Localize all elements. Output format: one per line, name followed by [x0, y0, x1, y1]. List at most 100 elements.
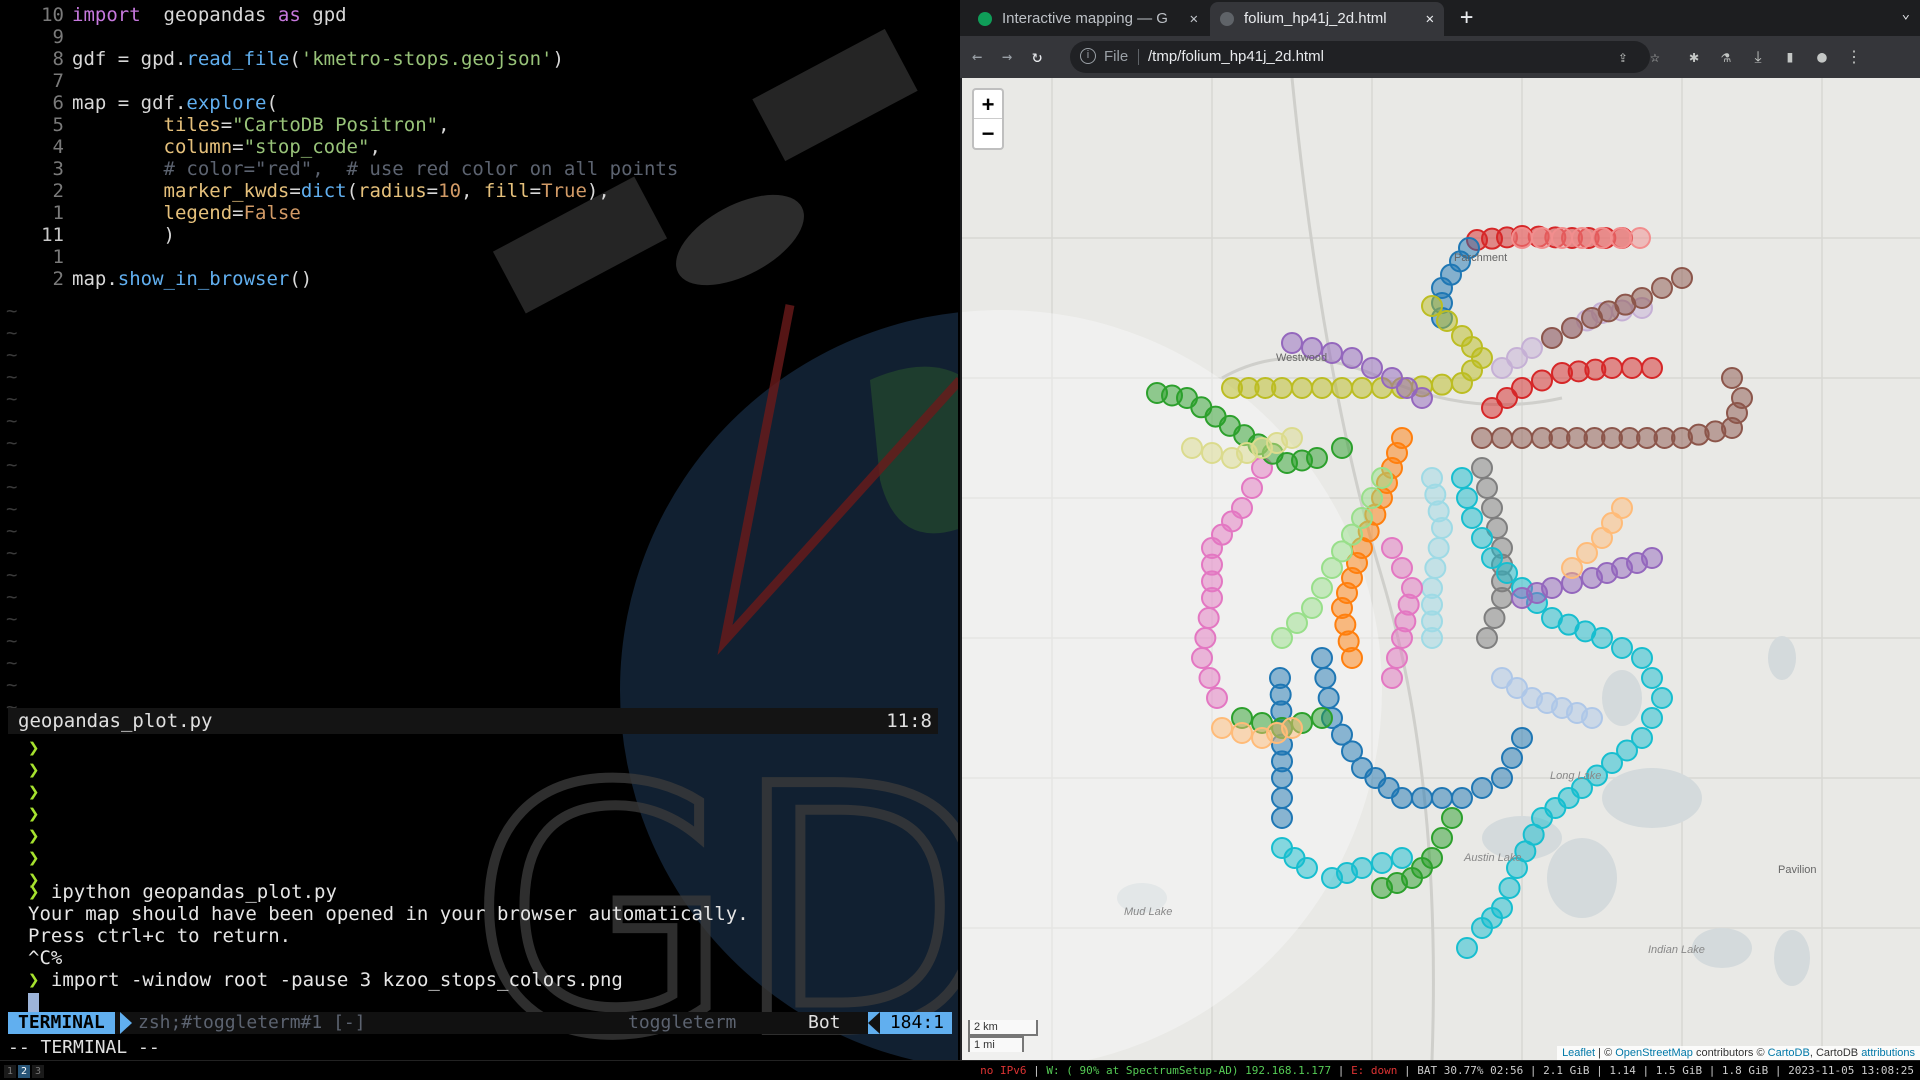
stop-marker[interactable] [1381, 667, 1403, 689]
stop-marker[interactable] [1651, 277, 1673, 299]
stop-marker[interactable] [1551, 227, 1573, 249]
workspace-1[interactable]: 1 [4, 1065, 16, 1078]
stop-marker[interactable] [1581, 707, 1603, 729]
stop-marker[interactable] [1471, 427, 1493, 449]
stop-marker[interactable] [1306, 447, 1328, 469]
stop-marker[interactable] [1631, 647, 1653, 669]
stop-marker[interactable] [1476, 627, 1498, 649]
stop-marker[interactable] [1391, 627, 1413, 649]
share-icon[interactable]: ⇪ [1612, 46, 1634, 68]
stop-marker[interactable] [1471, 777, 1493, 799]
stop-marker[interactable] [1281, 427, 1303, 449]
stop-marker[interactable] [1481, 547, 1503, 569]
stop-marker[interactable] [1311, 707, 1333, 729]
stop-marker[interactable] [1341, 647, 1363, 669]
stop-marker[interactable] [1471, 917, 1493, 939]
stop-marker[interactable] [1271, 767, 1293, 789]
stop-marker[interactable] [1461, 507, 1483, 529]
tab-search-icon[interactable]: ⌄ [1902, 6, 1910, 22]
zoom-out-button[interactable]: − [974, 119, 1002, 148]
stop-marker[interactable] [1311, 377, 1333, 399]
stop-marker[interactable] [1671, 267, 1693, 289]
download-icon[interactable]: ⤓ [1747, 46, 1769, 68]
stop-marker[interactable] [1561, 557, 1583, 579]
stop-marker[interactable] [1194, 627, 1217, 649]
extensions-icon[interactable]: ✱ [1683, 46, 1705, 68]
stop-marker[interactable] [1521, 337, 1543, 359]
stop-marker[interactable] [1231, 722, 1253, 744]
stop-marker[interactable] [1541, 577, 1563, 599]
stop-marker[interactable] [1211, 717, 1233, 739]
osm-link[interactable]: OpenStreetMap [1615, 1047, 1693, 1059]
stop-marker[interactable] [1731, 387, 1753, 409]
stop-marker[interactable] [1451, 372, 1473, 394]
stop-marker[interactable] [1201, 442, 1223, 464]
stop-marker[interactable] [1381, 537, 1403, 559]
stop-marker[interactable] [1641, 707, 1663, 729]
address-bar[interactable]: i File /tmp/folium_hp41j_2d.html [1070, 41, 1650, 73]
stop-marker[interactable] [1191, 647, 1213, 669]
stop-marker[interactable] [1611, 637, 1633, 659]
stop-marker[interactable] [1351, 857, 1373, 879]
stop-marker[interactable] [1361, 357, 1383, 379]
stop-marker[interactable] [1197, 607, 1220, 629]
stop-marker[interactable] [1321, 557, 1343, 579]
zoom-in-button[interactable]: + [974, 90, 1002, 119]
stop-marker[interactable] [1610, 227, 1632, 249]
stop-marker[interactable] [1456, 487, 1478, 509]
map-canvas[interactable] [962, 78, 1920, 1060]
stop-marker[interactable] [1491, 767, 1513, 789]
stop-marker[interactable] [1491, 427, 1513, 449]
stop-marker[interactable] [1591, 627, 1613, 649]
stop-marker[interactable] [1296, 857, 1318, 879]
stop-marker[interactable] [1331, 437, 1353, 459]
stop-marker[interactable] [1198, 667, 1221, 689]
url-text[interactable]: /tmp/folium_hp41j_2d.html [1148, 41, 1324, 73]
stop-marker[interactable] [1386, 647, 1408, 669]
stop-marker[interactable] [1541, 327, 1563, 349]
stop-marker[interactable] [1201, 587, 1223, 609]
stop-marker[interactable] [1491, 587, 1513, 609]
stop-marker[interactable] [1601, 357, 1623, 379]
stop-marker[interactable] [1498, 877, 1521, 899]
stop-marker[interactable] [1427, 537, 1450, 559]
stop-marker[interactable] [1391, 557, 1413, 579]
stop-marker[interactable] [1621, 357, 1643, 379]
stop-marker[interactable] [1301, 597, 1323, 619]
terminal-pane[interactable]: GDAL 10 import geopandas as gpd 98 gdf = gp… [0, 0, 958, 1060]
stop-marker[interactable] [1641, 667, 1663, 689]
stop-marker[interactable] [1361, 487, 1383, 509]
stop-marker[interactable] [1271, 627, 1293, 649]
new-tab-button[interactable]: + [1460, 4, 1473, 32]
stop-marker[interactable] [1436, 310, 1458, 332]
menu-kebab-icon[interactable]: ⋮ [1843, 46, 1865, 68]
stop-marker[interactable] [1611, 497, 1633, 519]
stop-marker[interactable] [1421, 295, 1443, 317]
workspace-3[interactable]: 3 [32, 1065, 44, 1078]
stop-marker[interactable] [1411, 387, 1433, 409]
workspace-2[interactable]: 2 [18, 1065, 30, 1078]
stop-marker[interactable] [1496, 562, 1518, 584]
stop-marker[interactable] [1641, 547, 1663, 569]
forward-icon[interactable]: → [1002, 46, 1012, 68]
stop-marker[interactable] [1481, 497, 1503, 519]
stop-marker[interactable] [1531, 227, 1553, 249]
stop-marker[interactable] [1331, 377, 1353, 399]
lab-flask-icon[interactable]: ⚗ [1715, 46, 1737, 68]
stop-marker[interactable] [1511, 227, 1533, 249]
side-panel-icon[interactable]: ▮ [1779, 46, 1801, 68]
stop-marker[interactable] [1441, 807, 1463, 829]
stop-marker[interactable] [1431, 373, 1453, 396]
stop-marker[interactable] [1476, 477, 1498, 499]
stop-marker[interactable] [1511, 727, 1533, 749]
stop-marker[interactable] [1531, 369, 1553, 392]
cartodb-link[interactable]: CartoDB [1768, 1047, 1810, 1059]
site-info-icon[interactable]: i [1080, 48, 1096, 64]
reload-icon[interactable]: ↻ [1032, 46, 1042, 68]
tab-interactive-mapping[interactable]: Interactive mapping — G ✕ [968, 2, 1208, 36]
stop-marker[interactable] [1371, 467, 1393, 489]
profile-avatar-icon[interactable]: ● [1811, 46, 1833, 68]
stop-marker[interactable] [1641, 357, 1663, 379]
back-icon[interactable]: ← [972, 46, 982, 68]
stop-marker[interactable] [1511, 377, 1533, 399]
